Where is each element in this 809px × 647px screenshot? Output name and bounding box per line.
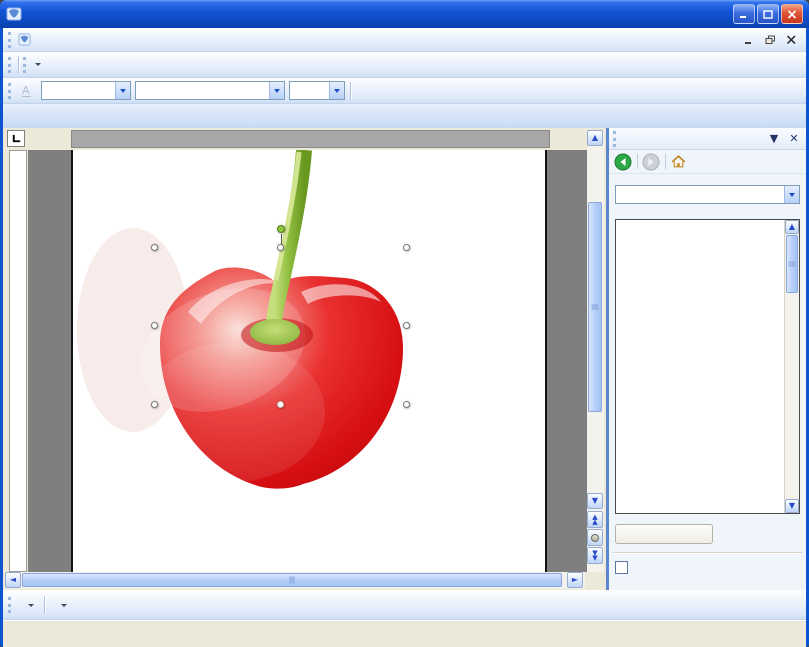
horizontal-scroll-thumb[interactable] bbox=[22, 573, 562, 587]
autoshapes-menu-button[interactable] bbox=[48, 594, 74, 616]
toolbar-grip[interactable] bbox=[23, 57, 26, 73]
task-pane-grip[interactable] bbox=[613, 131, 616, 147]
select-browse-object-button[interactable] bbox=[587, 529, 603, 546]
document-canvas bbox=[28, 150, 587, 572]
goto-dropdown-button[interactable] bbox=[784, 186, 799, 203]
horizontal-scrollbar[interactable]: ◄ ► bbox=[5, 572, 585, 589]
vertical-scroll-thumb[interactable] bbox=[588, 202, 602, 412]
document-viewport: ▲ ▼ ▲▲ ▼▼ ◄ ► bbox=[3, 128, 606, 590]
selection-handle-bottom-left[interactable] bbox=[151, 401, 158, 408]
shapes-scroll-down-button[interactable]: ▼ bbox=[785, 499, 799, 513]
selection-handle-bottom-right[interactable] bbox=[403, 401, 410, 408]
task-pane-toolbar bbox=[609, 150, 806, 174]
minimize-button[interactable] bbox=[733, 4, 755, 24]
tab-selector-button[interactable] bbox=[7, 130, 25, 147]
goto-value bbox=[616, 186, 784, 203]
large-preview-option bbox=[615, 561, 800, 574]
style-dropdown-button[interactable] bbox=[115, 82, 130, 99]
svg-text:A: A bbox=[22, 84, 30, 97]
wps-window: A bbox=[0, 0, 809, 647]
formatting-toolbar: A bbox=[3, 78, 806, 104]
document-page[interactable] bbox=[71, 150, 547, 572]
font-dropdown-button[interactable] bbox=[269, 82, 284, 99]
status-bar bbox=[3, 620, 806, 644]
draw-menu-button[interactable] bbox=[15, 594, 41, 616]
task-pane-header: ▼ ✕ bbox=[609, 128, 806, 150]
home-button[interactable] bbox=[670, 152, 689, 171]
next-page-button[interactable]: ▼▼ bbox=[587, 547, 603, 564]
style-value bbox=[42, 82, 115, 99]
autoshapes-task-pane: ▼ ✕ bbox=[609, 128, 806, 590]
toolbar-grip[interactable] bbox=[8, 83, 11, 99]
toolbar-separator bbox=[18, 56, 19, 74]
standard-toolbar bbox=[3, 52, 806, 78]
toolbar-grip[interactable] bbox=[8, 57, 11, 73]
forward-button[interactable] bbox=[642, 152, 661, 171]
toolbar-grip[interactable] bbox=[8, 32, 11, 48]
separator bbox=[637, 154, 638, 169]
selection-handle-top-right[interactable] bbox=[403, 244, 410, 251]
document-tab-bar bbox=[3, 104, 806, 128]
shapes-scroll-up-button[interactable]: ▲ bbox=[785, 220, 799, 234]
toolbar-separator bbox=[44, 596, 45, 614]
styles-button[interactable]: A bbox=[15, 80, 39, 102]
mdi-minimize-button[interactable] bbox=[741, 32, 758, 47]
previous-page-button[interactable]: ▲▲ bbox=[587, 511, 603, 528]
selection-handle-middle-right[interactable] bbox=[403, 322, 410, 329]
font-combobox[interactable] bbox=[135, 81, 285, 100]
separator bbox=[665, 154, 666, 169]
maximize-button[interactable] bbox=[757, 4, 779, 24]
vertical-ruler[interactable] bbox=[9, 150, 27, 572]
title-bar bbox=[0, 0, 809, 28]
selection-handle-middle-left[interactable] bbox=[151, 322, 158, 329]
scroll-down-button[interactable]: ▼ bbox=[587, 493, 603, 509]
selection-handle-bottom-center[interactable] bbox=[277, 401, 284, 408]
style-combobox[interactable] bbox=[41, 81, 131, 100]
font-size-combobox[interactable] bbox=[289, 81, 345, 100]
autoshapes-list: ▲ ▼ bbox=[615, 219, 800, 514]
scroll-left-button[interactable]: ◄ bbox=[5, 572, 21, 588]
task-pane-menu-button[interactable]: ▼ bbox=[766, 131, 782, 146]
iciba-button[interactable] bbox=[32, 63, 41, 66]
back-button[interactable] bbox=[614, 152, 633, 171]
vertical-scrollbar[interactable]: ▲ ▼ ▲▲ ▼▼ bbox=[587, 130, 604, 572]
selection-handle-top-left[interactable] bbox=[151, 244, 158, 251]
menu-bar bbox=[3, 28, 806, 52]
change-autoshape-button[interactable] bbox=[615, 524, 713, 544]
wps-app-icon bbox=[6, 6, 22, 22]
large-preview-checkbox[interactable] bbox=[615, 561, 628, 574]
close-button[interactable] bbox=[781, 4, 803, 24]
document-icon bbox=[17, 32, 32, 47]
scroll-right-button[interactable]: ► bbox=[567, 572, 583, 588]
divider bbox=[613, 552, 802, 554]
task-pane-close-button[interactable]: ✕ bbox=[786, 131, 802, 146]
rotation-handle[interactable] bbox=[277, 225, 285, 233]
horizontal-ruler[interactable] bbox=[71, 130, 550, 148]
toolbar-grip[interactable] bbox=[8, 597, 11, 613]
toolbar-separator bbox=[350, 82, 351, 100]
font-size-dropdown-button[interactable] bbox=[329, 82, 344, 99]
scroll-up-button[interactable]: ▲ bbox=[587, 130, 603, 146]
drawing-toolbar bbox=[3, 590, 806, 620]
selection-handle-top-center[interactable] bbox=[277, 244, 284, 251]
styles-icon: A bbox=[19, 83, 35, 99]
font-value bbox=[136, 82, 269, 99]
shapes-scroll-thumb[interactable] bbox=[786, 235, 798, 293]
mdi-window-buttons bbox=[741, 32, 802, 47]
mdi-restore-button[interactable] bbox=[762, 32, 779, 47]
font-size-value bbox=[290, 82, 329, 99]
shapes-list-scrollbar[interactable]: ▲ ▼ bbox=[784, 220, 799, 513]
mdi-close-button[interactable] bbox=[783, 32, 800, 47]
cherry-image[interactable] bbox=[73, 150, 549, 572]
goto-combobox[interactable] bbox=[615, 185, 800, 204]
